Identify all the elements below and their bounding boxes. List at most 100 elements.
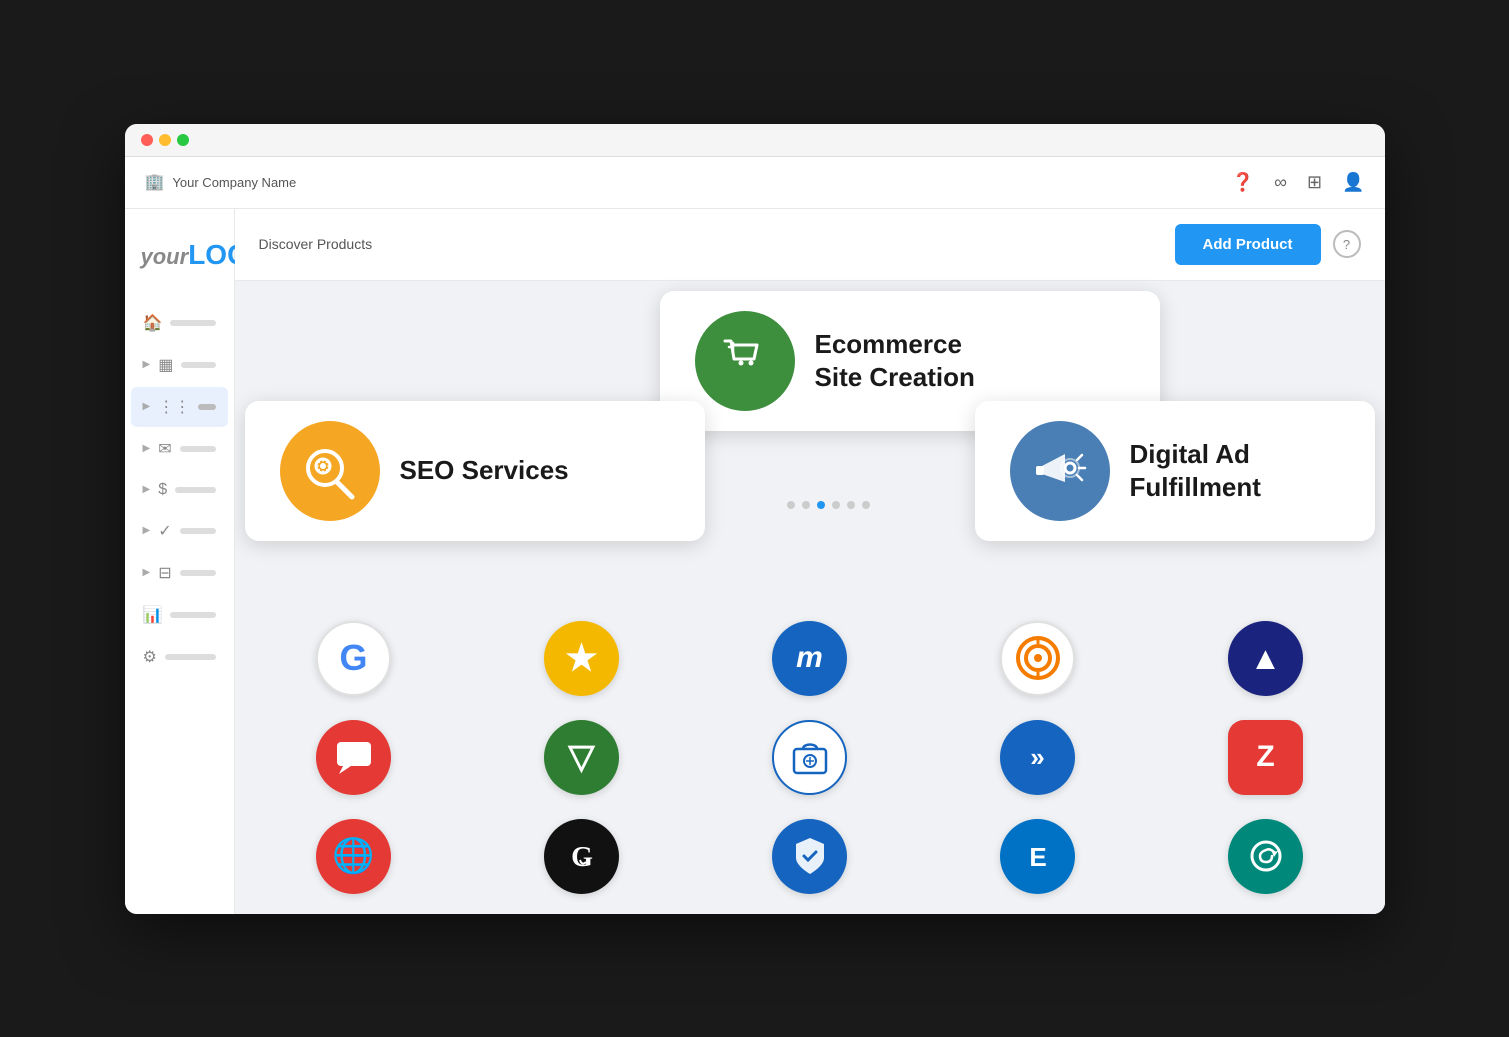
godaddy-icon: G bbox=[544, 819, 619, 894]
browser-window: 🏢 Your Company Name ❓ ∞ ⊞ 👤 yourLOGO 🏠 ▶… bbox=[125, 124, 1385, 914]
zing-icon bbox=[1228, 819, 1303, 894]
dot-2 bbox=[802, 501, 810, 509]
product-google[interactable]: G bbox=[255, 621, 453, 696]
svg-text:G: G bbox=[571, 842, 593, 873]
discover-products-label: Discover Products bbox=[259, 236, 373, 252]
browser-dots bbox=[141, 134, 189, 146]
sidebar-item-mail[interactable]: ▶ ✉ bbox=[131, 429, 228, 469]
grid1-icon: ▦ bbox=[158, 355, 173, 375]
ecommerce-icon-circle bbox=[695, 311, 795, 411]
product-target[interactable] bbox=[939, 621, 1137, 696]
digital-ad-title: Digital AdFulfillment bbox=[1130, 438, 1261, 503]
prompt-icon: » bbox=[1000, 720, 1075, 795]
product-shield[interactable] bbox=[711, 819, 909, 894]
header-right: ❓ ∞ ⊞ 👤 bbox=[1232, 172, 1365, 193]
browser-bar bbox=[125, 124, 1385, 157]
carousel-dots bbox=[787, 501, 870, 509]
chat-red-icon bbox=[316, 720, 391, 795]
seo-title: SEO Services bbox=[400, 454, 569, 487]
apps-icon: ⋮⋮ bbox=[158, 397, 190, 417]
logo-area: yourLOGO bbox=[125, 229, 234, 301]
product-exchange[interactable]: E bbox=[939, 819, 1137, 894]
product-grid-section: G ★ m bbox=[235, 601, 1385, 914]
reports-icon: ⊟ bbox=[158, 563, 171, 583]
sailthru-icon: ▲ bbox=[1228, 621, 1303, 696]
product-zing[interactable] bbox=[1167, 819, 1365, 894]
z-red-icon: Z bbox=[1228, 720, 1303, 795]
star-icon: ★ bbox=[544, 621, 619, 696]
dot-6 bbox=[862, 501, 870, 509]
apps-label-bar bbox=[198, 404, 215, 410]
product-m-blue[interactable]: m bbox=[711, 621, 909, 696]
settings-label-bar bbox=[165, 654, 216, 660]
godaddy-g-icon: G bbox=[560, 834, 604, 878]
digital-ad-icon-circle bbox=[1010, 421, 1110, 521]
sidebar-item-settings[interactable]: ⚙ bbox=[131, 637, 228, 677]
home-icon: 🏠 bbox=[143, 313, 163, 333]
help-icon[interactable]: ❓ bbox=[1232, 172, 1254, 193]
shop-bag-icon bbox=[788, 735, 832, 779]
m-blue-icon: m bbox=[772, 621, 847, 696]
product-chat-red[interactable] bbox=[255, 720, 453, 795]
product-z-red[interactable]: Z bbox=[1167, 720, 1365, 795]
sidebar: yourLOGO 🏠 ▶ ▦ ▶ ⋮⋮ ▶ ✉ ▶ bbox=[125, 209, 235, 914]
infinity-icon[interactable]: ∞ bbox=[1274, 172, 1287, 193]
content-header: Discover Products Add Product ? bbox=[235, 209, 1385, 281]
grid-icon[interactable]: ⊞ bbox=[1307, 172, 1322, 193]
settings-icon: ⚙ bbox=[143, 647, 157, 667]
billing-label-bar bbox=[175, 487, 215, 493]
google-icon: G bbox=[316, 621, 391, 696]
sidebar-item-apps[interactable]: ▶ ⋮⋮ bbox=[131, 387, 228, 427]
product-grid: G ★ m bbox=[255, 621, 1365, 894]
sidebar-item-home[interactable]: 🏠 bbox=[131, 303, 228, 343]
close-dot[interactable] bbox=[141, 134, 153, 146]
product-v-green[interactable]: ▽ bbox=[483, 720, 681, 795]
exchange-e-icon: E bbox=[1016, 834, 1060, 878]
app-header: 🏢 Your Company Name ❓ ∞ ⊞ 👤 bbox=[125, 157, 1385, 209]
tasks-label-bar bbox=[180, 528, 216, 534]
product-star[interactable]: ★ bbox=[483, 621, 681, 696]
sidebar-item-grid1[interactable]: ▶ ▦ bbox=[131, 345, 228, 385]
chevron-icon-4: ▶ bbox=[143, 484, 151, 495]
add-product-button[interactable]: Add Product bbox=[1175, 224, 1321, 265]
dot-3 bbox=[817, 501, 825, 509]
help-circle-button[interactable]: ? bbox=[1333, 230, 1361, 258]
seo-icon-circle bbox=[280, 421, 380, 521]
maximize-dot[interactable] bbox=[177, 134, 189, 146]
user-icon[interactable]: 👤 bbox=[1342, 172, 1364, 193]
tasks-icon: ✓ bbox=[158, 521, 171, 541]
product-sailthru[interactable]: ▲ bbox=[1167, 621, 1365, 696]
sidebar-item-tasks[interactable]: ▶ ✓ bbox=[131, 511, 228, 551]
digital-ad-card[interactable]: Digital AdFulfillment bbox=[975, 401, 1375, 541]
ecommerce-title: EcommerceSite Creation bbox=[815, 328, 975, 393]
company-icon: 🏢 bbox=[145, 172, 165, 192]
analytics-label-bar bbox=[170, 612, 215, 618]
main-content: Discover Products Add Product ? bbox=[235, 209, 1385, 914]
mail-label-bar bbox=[180, 446, 216, 452]
product-prompt[interactable]: » bbox=[939, 720, 1137, 795]
chevron-icon-6: ▶ bbox=[143, 567, 151, 578]
megaphone-icon bbox=[1027, 438, 1092, 503]
grid1-label-bar bbox=[181, 362, 215, 368]
shop-icon bbox=[772, 720, 847, 795]
dot-4 bbox=[832, 501, 840, 509]
v-green-icon: ▽ bbox=[544, 720, 619, 795]
mail-icon: ✉ bbox=[158, 439, 171, 459]
product-globe[interactable]: 🌐 bbox=[255, 819, 453, 894]
product-godaddy[interactable]: G bbox=[483, 819, 681, 894]
minimize-dot[interactable] bbox=[159, 134, 171, 146]
home-label-bar bbox=[170, 320, 215, 326]
chat-bubble-icon bbox=[333, 736, 375, 778]
sidebar-item-reports[interactable]: ▶ ⊟ bbox=[131, 553, 228, 593]
target-icon bbox=[1000, 621, 1075, 696]
product-shop[interactable] bbox=[711, 720, 909, 795]
analytics-icon: 📊 bbox=[143, 605, 163, 625]
company-name-area: 🏢 Your Company Name bbox=[145, 172, 297, 192]
ecommerce-cart-icon bbox=[715, 331, 775, 391]
zing-arrow-icon bbox=[1244, 834, 1288, 878]
sidebar-item-billing[interactable]: ▶ $ bbox=[131, 471, 228, 509]
shield-icon bbox=[788, 834, 832, 878]
reports-label-bar bbox=[180, 570, 216, 576]
seo-card[interactable]: SEO Services bbox=[245, 401, 705, 541]
sidebar-item-analytics[interactable]: 📊 bbox=[131, 595, 228, 635]
